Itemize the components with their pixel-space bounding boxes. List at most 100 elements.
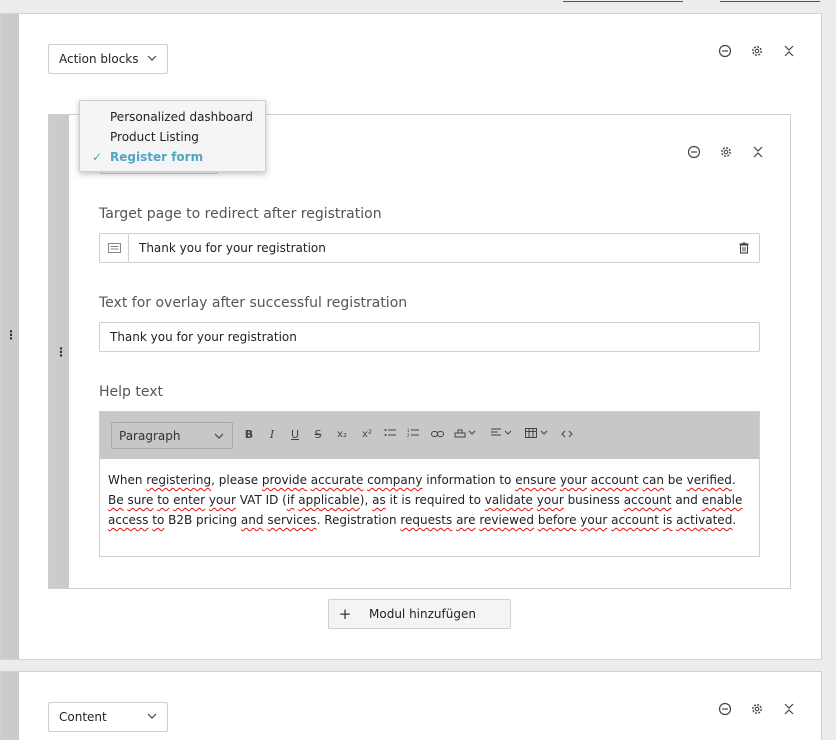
- misspelled-word: enable: [701, 493, 743, 507]
- overlay-text-value: Thank you for your registration: [110, 330, 297, 344]
- link-icon[interactable]: [429, 426, 445, 444]
- top-strip: [0, 0, 836, 13]
- misspelled-word: applicable: [298, 493, 360, 507]
- target-page-value: Thank you for your registration: [139, 241, 326, 255]
- page-link-icon: [100, 234, 129, 262]
- misspelled-word: to: [152, 513, 165, 527]
- collapse-arrows-icon[interactable]: [780, 700, 798, 718]
- target-page-label: Target page to redirect after registrati…: [99, 206, 382, 222]
- module-drag-rail[interactable]: ⋮: [49, 115, 69, 588]
- misspelled-word: ensure: [515, 473, 557, 487]
- plus-icon: +: [338, 605, 352, 623]
- strikethrough-button[interactable]: S: [311, 426, 325, 444]
- collapse-arrows-icon[interactable]: [780, 42, 798, 60]
- bulleted-list-icon[interactable]: [382, 426, 398, 444]
- help-text-segment: be: [663, 473, 687, 487]
- collapse-circle-icon[interactable]: [716, 700, 734, 718]
- table-icon[interactable]: [524, 426, 552, 444]
- help-text-label: Help text: [99, 384, 163, 400]
- misspelled-word: validate: [484, 493, 533, 507]
- rich-text-editor: Paragraph B I U S x₂ x² 12 When register…: [99, 411, 760, 557]
- module-type-dropdown: Personalized dashboard Product Listing ✓…: [79, 100, 266, 172]
- drag-handle-icon[interactable]: ⋮: [5, 329, 17, 341]
- superscript-button[interactable]: x²: [358, 426, 376, 444]
- overlay-text-label: Text for overlay after successful regist…: [99, 295, 408, 311]
- trash-icon[interactable]: [729, 242, 759, 254]
- misspelled-word: registering: [146, 473, 212, 487]
- section-drag-rail[interactable]: ⋮: [1, 14, 19, 659]
- misspelled-word: is: [662, 513, 673, 527]
- section-drag-rail[interactable]: [1, 672, 19, 740]
- misspelled-word: your: [580, 513, 608, 527]
- help-text-segment: When: [108, 473, 147, 487]
- misspelled-word: requests: [400, 513, 453, 527]
- italic-button[interactable]: I: [265, 426, 279, 444]
- help-text-segment: .: [732, 513, 737, 527]
- format-select-value: Paragraph: [119, 428, 181, 443]
- misspelled-word: as: [372, 493, 386, 507]
- misspelled-word: enter: [173, 493, 206, 507]
- misspelled-word: activated: [676, 513, 733, 527]
- top-link[interactable]: [563, 0, 683, 2]
- content-type-label: Content: [59, 710, 107, 724]
- misspelled-word: verified: [686, 473, 732, 487]
- section-type-select[interactable]: Action blocks: [48, 44, 168, 74]
- chevron-down-icon: [214, 429, 224, 443]
- misspelled-word: accurate: [310, 473, 364, 487]
- overlay-text-input[interactable]: Thank you for your registration: [99, 322, 760, 352]
- source-code-icon[interactable]: [559, 426, 575, 444]
- collapse-circle-icon[interactable]: [716, 42, 734, 60]
- chevron-down-icon: [147, 54, 157, 65]
- option-label: Personalized dashboard: [110, 110, 253, 124]
- help-text-segment: VAT ID (: [235, 493, 287, 507]
- misspelled-word: account: [590, 473, 639, 487]
- gear-icon[interactable]: [748, 700, 766, 718]
- help-text-segment: information to: [422, 473, 516, 487]
- dropdown-option-register-form[interactable]: ✓ Register form: [80, 147, 265, 167]
- misspelled-word: reviewed: [479, 513, 534, 527]
- misspelled-word: services: [267, 513, 317, 527]
- misspelled-word: sure: [127, 493, 154, 507]
- misspelled-word: are: [456, 513, 476, 527]
- help-text-content[interactable]: When registering, please provide accurat…: [100, 459, 759, 541]
- misspelled-word: your: [208, 493, 236, 507]
- underline-button[interactable]: U: [288, 426, 302, 444]
- numbered-list-icon[interactable]: 12: [405, 426, 421, 444]
- editor-toolbar: Paragraph B I U S x₂ x² 12: [100, 412, 759, 459]
- insert-image-icon[interactable]: [453, 426, 479, 444]
- subscript-button[interactable]: x₂: [333, 426, 351, 444]
- chevron-down-icon: [147, 712, 157, 723]
- misspelled-word: company: [367, 473, 423, 487]
- drag-handle-icon[interactable]: ⋮: [55, 345, 67, 359]
- misspelled-word: provide: [261, 473, 307, 487]
- dropdown-option-personalized-dashboard[interactable]: Personalized dashboard: [80, 107, 265, 127]
- help-text-segment: .: [731, 473, 736, 487]
- help-text-segment: , please: [211, 473, 262, 487]
- align-icon[interactable]: [489, 426, 515, 444]
- add-module-button[interactable]: + Modul hinzufügen: [328, 599, 511, 629]
- module-actions: [685, 143, 767, 161]
- collapse-circle-icon[interactable]: [685, 143, 703, 161]
- section-type-label: Action blocks: [59, 52, 139, 66]
- misspelled-word: account: [623, 493, 672, 507]
- help-text-segment: and: [671, 493, 702, 507]
- collapse-arrows-icon[interactable]: [749, 143, 767, 161]
- misspelled-word: and: [240, 513, 264, 527]
- option-label: Register form: [110, 150, 204, 164]
- dropdown-option-product-listing[interactable]: Product Listing: [80, 127, 265, 147]
- gear-icon[interactable]: [748, 42, 766, 60]
- checkmark-icon: ✓: [92, 150, 103, 164]
- svg-text:2: 2: [407, 433, 410, 438]
- misspelled-word: your: [536, 493, 564, 507]
- add-module-label: Modul hinzufügen: [369, 607, 476, 621]
- misspelled-word: your: [559, 473, 587, 487]
- bold-button[interactable]: B: [242, 426, 256, 444]
- misspelled-word: to: [157, 493, 170, 507]
- target-page-field[interactable]: Thank you for your registration: [99, 233, 760, 263]
- help-text-segment: it is required to: [385, 493, 485, 507]
- gear-icon[interactable]: [717, 143, 735, 161]
- content-type-select[interactable]: Content: [48, 702, 168, 732]
- format-select[interactable]: Paragraph: [111, 422, 233, 449]
- help-text-segment: ),: [359, 493, 373, 507]
- top-link[interactable]: [720, 0, 820, 2]
